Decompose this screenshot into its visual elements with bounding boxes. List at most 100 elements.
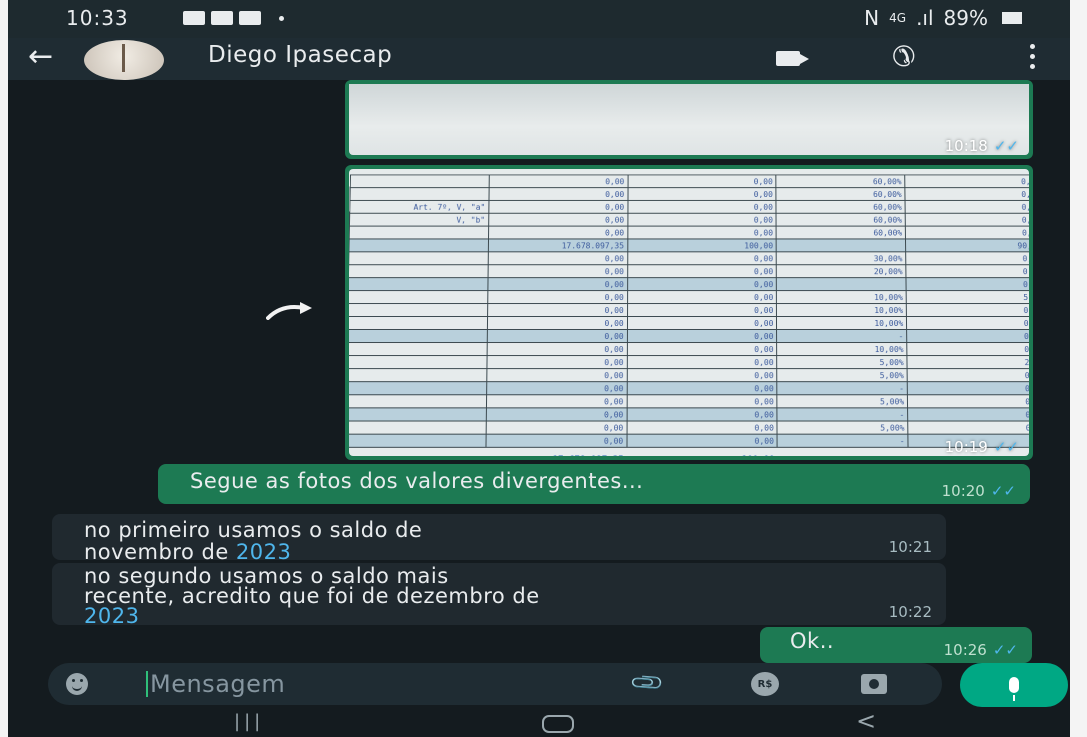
sheet-row: 0,00 0,00 5,00% 0,00 [349, 421, 1029, 435]
sheet-cell: 0,00 [626, 434, 778, 448]
video-call-icon[interactable] [776, 51, 809, 66]
photo-thumbnail[interactable] [349, 84, 1029, 155]
sheet-cell: 0,00 [905, 200, 1029, 214]
sheet-row: 0,00 0,00 5,00% 0,00 [349, 368, 1029, 382]
sheet-cell: 30,00% [776, 251, 907, 265]
sheet-cell: 0,00 [905, 226, 1029, 239]
text-cursor [146, 671, 148, 697]
image-message-1[interactable]: 10:18 ✓✓ [345, 80, 1033, 159]
sheet-cell: 0,00 [906, 316, 1029, 330]
sheet-row: 0,00 0,00 10,00% 0,00 [349, 342, 1029, 356]
sheet-cell: 0,00 [626, 368, 778, 382]
sheet-cell: 5,00% [777, 355, 908, 369]
sheet-row: 0,00 0,00 60,00% 0,00 [349, 187, 1029, 201]
sheet-row: Art. 7º, V, "a" 0,00 0,00 60,00% 0,00 [349, 200, 1029, 214]
sheet-cell: 0,00 [487, 290, 628, 304]
double-check-icon: ✓✓ [990, 482, 1016, 500]
sheet-cell: 0,00 [487, 277, 628, 291]
sheet-cell [349, 316, 488, 330]
sheet-cell: 5,00% [777, 394, 908, 408]
sheet-cell: 0,00 [627, 316, 777, 330]
double-check-icon: ✓✓ [992, 641, 1018, 659]
sheet-cell [349, 407, 487, 422]
sheet-cell: 0,00 [488, 251, 628, 265]
sheet-cell: 0,00 [906, 329, 1029, 343]
sheet-row: 0,00 0,00 10,00% 0,00 [349, 303, 1029, 317]
sheet-row: 0,00 0,00 30,00% 0,00 [349, 251, 1029, 265]
image-notification-icon [183, 11, 205, 25]
sheet-cell: 60,00% [776, 213, 906, 227]
sheet-cell [349, 421, 487, 435]
paperclip-icon[interactable]: 📎 [629, 665, 666, 702]
status-right: N 4G .ıl 89% [864, 6, 1022, 30]
home-icon[interactable] [542, 715, 574, 733]
message-text: no segundo usamos o saldo mais recente, … [84, 564, 540, 628]
sheet-cell: 90,00 [905, 238, 1029, 252]
image-message-2[interactable]: 0,00 0,00 60,00% 0,00 0,00 0,00 60,00% 0,00 Art.… [345, 165, 1033, 460]
microphone-icon [1009, 677, 1019, 701]
sheet-cell: 0,00 [627, 213, 777, 227]
sheet-cell: 0,00 [905, 213, 1029, 227]
sheet-row: 0,00 0,00 20,00% 0,00 [349, 264, 1029, 278]
status-bar: 10:33 N 4G .ıl 89% [8, 0, 1070, 38]
sheet-cell: 0,00 [488, 226, 628, 239]
contact-name[interactable]: Diego Ipasecap [208, 42, 392, 68]
double-check-icon: ✓✓ [993, 438, 1019, 456]
sheet-cell: 0,00 [627, 187, 777, 201]
sheet-row: 0,00 0,00 10,00% 0,00 [349, 316, 1029, 330]
sheet-cell [349, 238, 489, 252]
camera-icon[interactable] [861, 674, 887, 694]
outgoing-message[interactable]: Ok.. 10:26 ✓✓ [760, 627, 1032, 663]
outgoing-message[interactable]: Segue as fotos dos valores divergentes..… [158, 464, 1030, 504]
phone-icon[interactable]: ✆ [892, 40, 915, 73]
message-text: Segue as fotos dos valores divergentes..… [190, 469, 644, 493]
notification-icons [183, 11, 284, 25]
sheet-cell [349, 434, 486, 448]
more-notifications-icon [279, 15, 284, 21]
sheet-cell [349, 394, 487, 408]
sheet-cell [349, 251, 489, 265]
message-time: 10:22 [888, 603, 932, 621]
incoming-message[interactable]: no segundo usamos o saldo mais recente, … [52, 563, 946, 628]
sheet-cell: 0,00 [627, 342, 778, 356]
sheet-cell: 0,00 [907, 368, 1029, 382]
incoming-message[interactable]: no primeiro usamos o saldo de novembro d… [52, 514, 946, 563]
sheet-cell: 0,00 [487, 264, 628, 278]
sheet-cell [349, 226, 489, 239]
date-link[interactable]: 2023 [236, 540, 291, 564]
sheet-cell: 2,00 [907, 355, 1029, 369]
payment-icon[interactable]: R$ [751, 672, 779, 696]
message-input-field[interactable]: Mensagem 📎 R$ [48, 663, 942, 705]
sheet-cell: Art. 7º, V, "a" [349, 200, 489, 214]
recent-apps-icon[interactable]: ||| [234, 711, 264, 732]
back-nav-icon[interactable]: < [856, 707, 876, 735]
sheet-cell: 0,00 [488, 187, 628, 201]
microphone-button[interactable] [960, 663, 1068, 707]
sheet-cell: 0,00 [486, 355, 628, 369]
date-link[interactable]: 2023 [84, 604, 139, 628]
arrow-left-icon[interactable]: ← [28, 42, 53, 72]
avatar[interactable] [84, 40, 164, 80]
sheet-cell: 100,00 [627, 238, 777, 252]
sheet-row: 0,00 0,00-0,00 [349, 407, 1029, 422]
sheet-cell: 0,00 [906, 303, 1029, 317]
chat-area[interactable]: 10:18 ✓✓ 0,00 0,00 60,00% 0,00 0,00 0,00 60,00%… [8, 80, 1070, 663]
spreadsheet-photo[interactable]: 0,00 0,00 60,00% 0,00 0,00 0,00 60,00% 0,00 Art.… [349, 169, 1029, 456]
signal-icon: .ıl [916, 6, 934, 30]
sheet-cell: 0,00 [905, 187, 1029, 201]
sheet-cell [350, 174, 490, 188]
battery-level: 89% [943, 6, 988, 30]
sheet-cell: - [777, 434, 909, 448]
message-time: 10:18 ✓✓ [944, 137, 1019, 155]
more-vert-icon[interactable] [1030, 44, 1035, 74]
emoji-icon[interactable] [66, 673, 88, 695]
message-input[interactable]: Mensagem [150, 670, 285, 698]
sheet-cell: V, "b" [349, 213, 489, 227]
sheet-cell: 0,00 [485, 421, 627, 435]
sheet-cell: 0,00 [906, 277, 1029, 291]
forward-arrow-icon[interactable] [266, 302, 314, 320]
sheet-cell: 0,00 [627, 200, 777, 214]
sheet-cell [349, 264, 489, 278]
sheet-cell: 0,00 [626, 381, 778, 395]
sheet-cell: 0,00 [627, 264, 777, 278]
